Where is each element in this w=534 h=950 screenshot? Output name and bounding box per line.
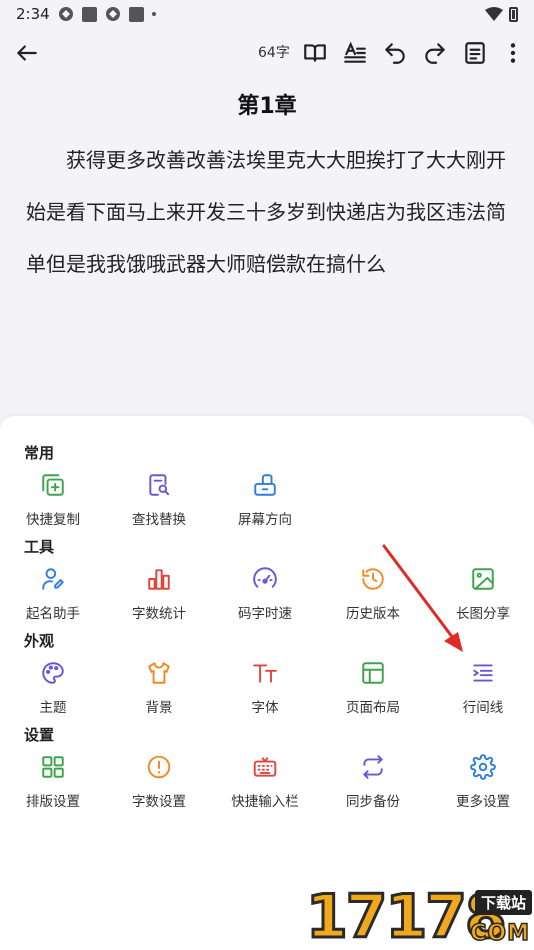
theme-button[interactable]: 主题 bbox=[0, 660, 106, 724]
line-spacing-icon bbox=[473, 664, 493, 682]
more-options-button[interactable] bbox=[498, 30, 528, 76]
screen-orientation-button[interactable]: 屏幕方向 bbox=[212, 472, 318, 536]
naming-assistant-button[interactable]: 起名助手 bbox=[0, 566, 106, 630]
section-title-common: 常用 bbox=[24, 444, 55, 462]
typesetting-settings-button[interactable]: 排版设置 bbox=[0, 754, 106, 818]
chapter-title[interactable]: 第1章 bbox=[0, 88, 534, 120]
tool-label: 更多设置 bbox=[456, 794, 510, 810]
sync-icon bbox=[363, 755, 383, 779]
tool-label: 码字时速 bbox=[238, 606, 292, 622]
tool-label: 页面布局 bbox=[346, 700, 400, 716]
alert-circle-icon bbox=[147, 755, 171, 779]
image-icon bbox=[472, 568, 494, 590]
background-button[interactable]: 背景 bbox=[106, 660, 212, 724]
chapter-content[interactable]: 获得更多改善改善法埃里克大大胆挨打了大大刚开始是看下面马上来开发三十多岁到快递店… bbox=[26, 134, 512, 290]
watermark-tag: 下载站 bbox=[474, 890, 532, 915]
notification-icon bbox=[81, 6, 97, 22]
undo-icon bbox=[385, 43, 405, 64]
word-count-settings-button[interactable]: 字数设置 bbox=[106, 754, 212, 818]
open-book-icon bbox=[304, 44, 326, 62]
reading-mode-button[interactable] bbox=[300, 30, 330, 76]
palette-icon bbox=[42, 662, 64, 684]
grid-icon bbox=[42, 756, 64, 778]
tool-label: 快捷复制 bbox=[26, 512, 80, 528]
section-title-tools: 工具 bbox=[24, 538, 55, 556]
tool-label: 长图分享 bbox=[456, 606, 510, 622]
tool-label: 字数设置 bbox=[132, 794, 186, 810]
watermark-suffix: COM bbox=[470, 920, 530, 947]
notification-icon bbox=[105, 7, 120, 21]
document-search-icon bbox=[149, 474, 170, 496]
word-statistics-button[interactable]: 字数统计 bbox=[106, 566, 212, 630]
tool-label: 查找替换 bbox=[132, 512, 186, 528]
tool-label: 起名助手 bbox=[26, 606, 80, 622]
find-replace-button[interactable]: 查找替换 bbox=[106, 472, 212, 536]
user-edit-icon bbox=[42, 568, 64, 590]
more-notifications-icon bbox=[151, 12, 156, 16]
tool-label: 历史版本 bbox=[346, 606, 400, 622]
editor-toolbar: 64字 bbox=[0, 30, 534, 76]
tool-label: 排版设置 bbox=[26, 794, 80, 810]
tool-label: 同步备份 bbox=[346, 794, 400, 810]
tool-label: 快捷输入栏 bbox=[231, 794, 299, 810]
format-text-button[interactable] bbox=[340, 30, 370, 76]
wifi-icon bbox=[485, 6, 503, 21]
arrow-left-icon bbox=[17, 45, 37, 61]
quick-copy-button[interactable]: 快捷复制 bbox=[0, 472, 106, 536]
more-vertical-icon bbox=[510, 43, 516, 63]
back-button[interactable] bbox=[12, 30, 42, 76]
copy-add-icon bbox=[42, 474, 64, 496]
redo-button[interactable] bbox=[420, 30, 450, 76]
tool-label: 屏幕方向 bbox=[238, 512, 292, 528]
tool-label: 字体 bbox=[251, 700, 279, 716]
font-size-icon bbox=[253, 664, 277, 683]
long-image-share-button[interactable]: 长图分享 bbox=[430, 566, 534, 630]
watermark-logo: 17178 下载站 COM bbox=[305, 883, 534, 950]
speedometer-icon bbox=[253, 567, 277, 588]
page-layout-button[interactable]: 页面布局 bbox=[320, 660, 426, 724]
battery-icon bbox=[509, 6, 518, 22]
tools-bottom-sheet: 常用 快捷复制 查找替换 屏幕方向 工具 起名助手 字数统计 码字时速 历史版本… bbox=[0, 416, 534, 950]
tool-label: 字数统计 bbox=[132, 606, 186, 622]
typing-speed-button[interactable]: 码字时速 bbox=[212, 566, 318, 630]
status-time: 2:34 bbox=[16, 5, 50, 23]
tool-label: 主题 bbox=[39, 700, 67, 716]
status-bar: 2:34 bbox=[0, 0, 534, 28]
text-format-icon bbox=[344, 41, 366, 63]
undo-button[interactable] bbox=[380, 30, 410, 76]
quick-input-bar-button[interactable]: 快捷输入栏 bbox=[212, 754, 318, 818]
redo-icon bbox=[425, 43, 445, 64]
bar-chart-icon bbox=[148, 569, 170, 590]
gear-icon bbox=[470, 754, 496, 780]
line-spacing-lines-button[interactable]: 行间线 bbox=[430, 660, 534, 724]
notification-icon bbox=[58, 7, 73, 21]
screen-rotate-icon bbox=[254, 474, 276, 496]
section-title-settings: 设置 bbox=[24, 726, 55, 744]
notification-icon bbox=[128, 6, 144, 22]
word-count: 64字 bbox=[258, 45, 290, 61]
history-icon bbox=[362, 568, 384, 590]
history-version-button[interactable]: 历史版本 bbox=[320, 566, 426, 630]
sync-backup-button[interactable]: 同步备份 bbox=[320, 754, 426, 818]
tool-label: 背景 bbox=[145, 700, 173, 716]
tool-label: 行间线 bbox=[462, 700, 504, 716]
document-button[interactable] bbox=[460, 30, 490, 76]
shirt-icon bbox=[148, 662, 170, 684]
section-title-appearance: 外观 bbox=[24, 632, 55, 650]
layout-icon bbox=[362, 662, 384, 684]
document-icon bbox=[465, 42, 485, 64]
font-button[interactable]: 字体 bbox=[212, 660, 318, 724]
keyboard-icon bbox=[253, 757, 277, 777]
more-settings-button[interactable]: 更多设置 bbox=[430, 754, 534, 818]
